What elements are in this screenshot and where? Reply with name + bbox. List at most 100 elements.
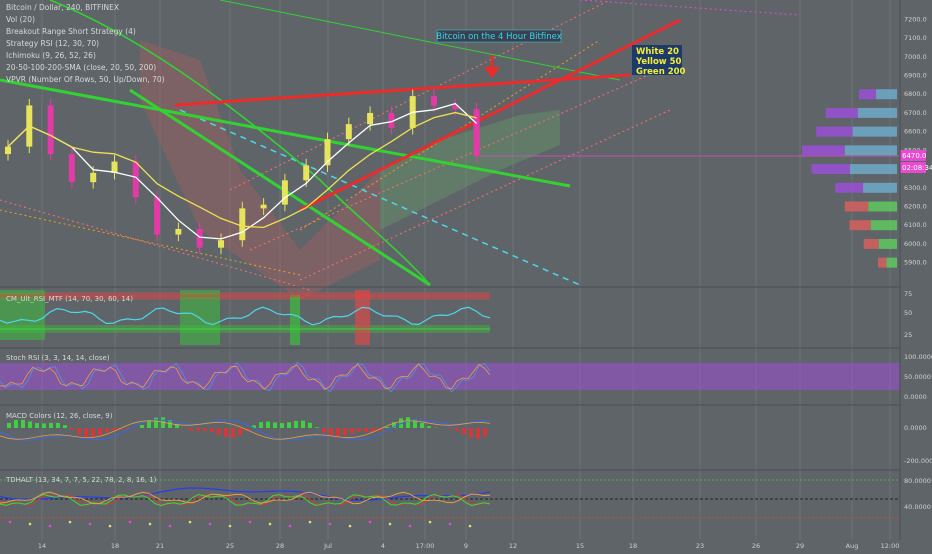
- macd-bar: [266, 422, 270, 428]
- tdhalt-dot: [89, 523, 92, 526]
- vpvr-bar-down: [835, 183, 863, 193]
- time-tick-label: 26: [752, 542, 760, 550]
- candle-body: [261, 205, 267, 209]
- tdhalt-dot: [29, 523, 32, 526]
- candle-body: [218, 240, 224, 247]
- candle-body: [303, 165, 309, 180]
- tdhalt-dot: [249, 521, 252, 524]
- time-tick-label: 25: [226, 542, 234, 550]
- vpvr-bar-up: [871, 220, 897, 230]
- tdhalt-dot: [429, 521, 432, 524]
- title-annotation: Bitcoin on the 4 Hour Bitfinex: [436, 30, 561, 42]
- title-annotation-text: Bitcoin on the 4 Hour Bitfinex: [436, 32, 561, 42]
- macd-bar: [56, 423, 60, 428]
- macd-tick: 0.0000: [904, 424, 927, 432]
- macd-bar: [217, 428, 221, 435]
- time-tick-label: 14: [38, 542, 46, 550]
- symbol-label: Bitcoin / Dollar, 240, BITFINEX: [6, 3, 119, 12]
- countdown-value: 02:08:34: [902, 164, 932, 172]
- stoch-tick: 0.0000: [904, 393, 927, 401]
- macd-bar: [315, 427, 319, 428]
- indicator-label: Strategy RSI (12, 30, 70): [6, 39, 99, 48]
- candle-body: [474, 109, 480, 156]
- price-tick-label: 6800.0: [904, 90, 927, 98]
- indicator-label: Ichimoku (9, 26, 52, 26): [6, 51, 96, 60]
- vpvr-bar-down: [864, 239, 879, 249]
- macd-panel-label: MACD Colors (12, 26, close, 9): [6, 412, 113, 420]
- macd-bar: [154, 418, 158, 428]
- candle-body: [69, 154, 75, 182]
- macd-bar: [238, 428, 242, 435]
- macd-bar: [385, 427, 389, 428]
- stoch-panel-label: Stoch RSI (3, 3, 14, 14, close): [6, 354, 110, 362]
- vpvr-bar-down: [859, 89, 876, 99]
- vpvr-bar-down: [845, 202, 869, 212]
- vpvr-bar-up: [879, 239, 897, 249]
- time-tick-label: Aug: [846, 542, 859, 550]
- tdhalt-dot: [209, 523, 212, 526]
- macd-bar: [287, 422, 291, 428]
- macd-bar: [476, 428, 480, 439]
- macd-bar: [77, 428, 81, 435]
- macd-bar: [224, 428, 228, 437]
- chart-svg[interactable]: Bitcoin on the 4 Hour Bitfinex White 20 …: [0, 0, 932, 550]
- tdhalt-dot: [449, 523, 452, 526]
- indicator-label: Vol (20): [6, 15, 35, 24]
- candle-body: [48, 105, 54, 154]
- candle-body: [175, 229, 181, 235]
- time-tick-label: 17:00: [416, 542, 435, 550]
- tdhalt-dot: [189, 521, 192, 524]
- price-tick-label: 6900.0: [904, 72, 927, 80]
- macd-bar: [189, 428, 193, 430]
- macd-bar: [469, 428, 473, 438]
- macd-bar: [427, 426, 431, 428]
- time-tick-label: 23: [696, 542, 704, 550]
- price-tick-label: 6100.0: [904, 221, 927, 229]
- rsi-tick: 50: [904, 309, 912, 317]
- macd-bar: [357, 428, 361, 432]
- vpvr-bar-up: [863, 183, 897, 193]
- candle-body: [367, 113, 373, 124]
- time-tick-label: 18: [111, 542, 119, 550]
- legend-line-white: White 20: [636, 47, 679, 57]
- price-tick-label: 6200.0: [904, 203, 927, 211]
- price-tick-label: 6000.0: [904, 240, 927, 248]
- macd-bar: [140, 425, 144, 428]
- macd-bar: [35, 423, 39, 428]
- rsi-tick: 75: [904, 290, 912, 298]
- indicator-label: Breakout Range Short Strategy (4): [6, 27, 136, 36]
- candle-body: [346, 124, 352, 139]
- candle-body: [5, 147, 11, 154]
- vpvr-bar-down: [878, 258, 887, 268]
- stoch-tick: 50.0000: [904, 373, 931, 381]
- macd-bar: [406, 417, 410, 428]
- vpvr-bar-up: [853, 127, 897, 137]
- tdhalt-dot: [129, 521, 132, 524]
- vpvr-bar-down: [802, 145, 845, 155]
- time-tick-label: 18: [629, 542, 637, 550]
- time-tick-label: 21: [156, 542, 164, 550]
- macd-bar: [70, 428, 74, 430]
- price-tick-label: 6600.0: [904, 128, 927, 136]
- macd-bar: [308, 423, 312, 428]
- macd-bar: [336, 428, 340, 437]
- macd-bar: [112, 428, 116, 430]
- tdhalt-dot: [69, 521, 72, 524]
- time-tick-label: 4: [381, 542, 385, 550]
- price-tick-label: 7200.0: [904, 15, 927, 23]
- macd-bar: [91, 428, 95, 438]
- price-tick-label: 7000.0: [904, 53, 927, 61]
- macd-bar: [63, 425, 67, 428]
- vpvr-bar-up: [850, 164, 897, 174]
- macd-bar: [448, 428, 452, 429]
- tdhalt-dot: [469, 525, 472, 528]
- indicator-label: VPVR (Number Of Rows, 50, Up/Down, 70): [6, 75, 165, 84]
- chart-root: Bitcoin on the 4 Hour Bitfinex White 20 …: [0, 0, 932, 550]
- macd-bar: [98, 428, 102, 436]
- candle-body: [112, 162, 118, 173]
- macd-bar: [196, 428, 200, 431]
- macd-bar: [462, 428, 466, 434]
- rsi-tick: 25: [904, 331, 912, 339]
- candle-body: [90, 173, 96, 182]
- price-tick-label: 7100.0: [904, 34, 927, 42]
